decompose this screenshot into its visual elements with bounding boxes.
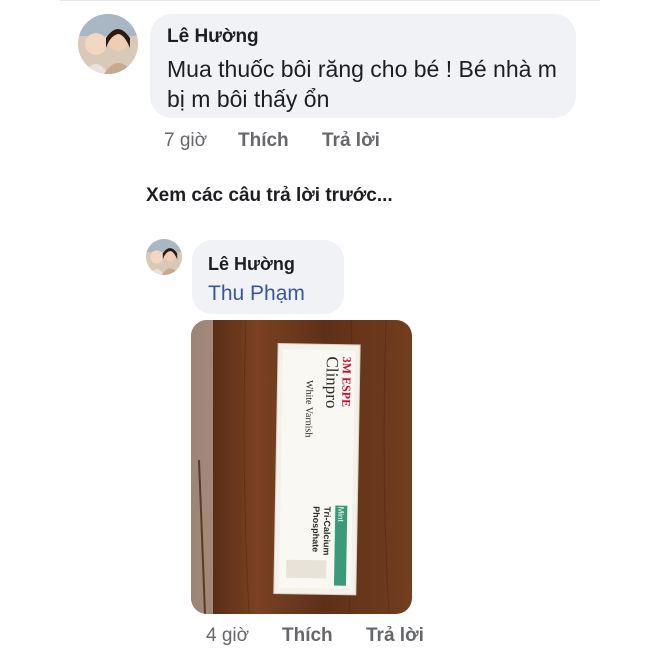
comment-timestamp[interactable]: 7 giờ [164,130,207,152]
comment-author[interactable]: Lê Hường [167,26,259,48]
reply-author[interactable]: Lê Hường [208,254,295,275]
reply-avatar[interactable] [146,239,182,275]
view-previous-replies-link[interactable]: Xem các câu trả lời trước... [146,185,393,207]
reply-like-button[interactable]: Thích [282,625,333,647]
reply-bubble: Lê Hường Thu Phạm [192,240,344,314]
photo-flavor-text: Mint [336,507,345,523]
reply-reply-button[interactable]: Trả lời [366,625,424,647]
comment-reply-button[interactable]: Trả lời [322,130,380,152]
reply-photo[interactable]: 3M ESPE Clinpro White Varnish Mint Tri-C… [191,320,412,614]
reply-timestamp[interactable]: 4 giờ [206,625,249,647]
top-divider [60,0,600,1]
commenter-avatar[interactable] [78,14,138,74]
comment-bubble: Lê Hường Mua thuốc bôi răng cho bé ! Bé … [150,14,576,118]
photo-ingredient-line1: Tri-Calcium [321,506,332,555]
comment-like-button[interactable]: Thích [238,130,289,152]
mention-link[interactable]: Thu Phạm [208,282,305,306]
comment-text: Mua thuốc bôi răng cho bé ! Bé nhà m bị … [167,56,557,112]
photo-variant-text: White Varnish [303,380,315,437]
photo-product-text: Clinpro [322,356,342,408]
photo-ingredient-line2: Phosphate [311,506,322,552]
